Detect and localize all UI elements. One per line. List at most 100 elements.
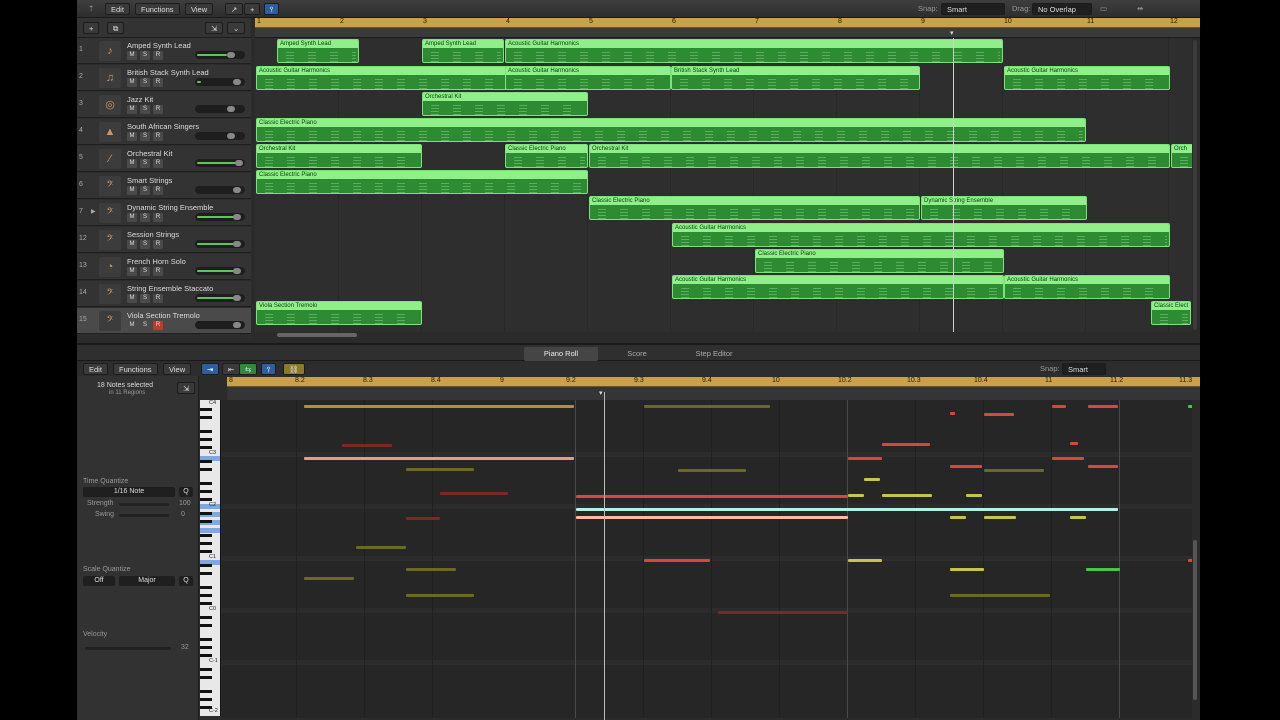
- midi-note[interactable]: [718, 611, 848, 614]
- midi-note[interactable]: [984, 516, 1016, 519]
- midi-note[interactable]: [848, 457, 882, 460]
- midi-note[interactable]: [950, 568, 984, 571]
- bar-ruler[interactable]: 1 2 3 4 5 6 7 8 9 10 11 12: [255, 18, 1200, 28]
- scale-mode-select[interactable]: Major: [119, 576, 175, 586]
- solo-button[interactable]: S: [140, 240, 150, 249]
- solo-button[interactable]: S: [140, 78, 150, 87]
- region[interactable]: Classic Electric Piano: [755, 249, 1004, 273]
- record-button[interactable]: R: [153, 132, 163, 141]
- functions-menu[interactable]: Functions: [113, 363, 158, 375]
- midi-note[interactable]: [1188, 405, 1192, 408]
- midi-note[interactable]: [984, 413, 1014, 416]
- solo-button[interactable]: S: [140, 105, 150, 114]
- mute-button[interactable]: M: [127, 321, 137, 330]
- swing-slider[interactable]: [119, 514, 169, 517]
- midi-note[interactable]: [1088, 405, 1118, 408]
- volume-fader[interactable]: [195, 267, 245, 275]
- region[interactable]: Amped Synth Lead: [277, 39, 359, 63]
- track-row[interactable]: 3 ◎ Jazz Kit M S R: [77, 92, 251, 118]
- midi-note[interactable]: [406, 517, 440, 520]
- midi-note[interactable]: [644, 559, 710, 562]
- snap-select[interactable]: Smart: [1062, 363, 1106, 375]
- catch-icon[interactable]: ⫯: [261, 363, 277, 375]
- duplicate-track-icon[interactable]: ⧉: [107, 22, 125, 34]
- track-name[interactable]: Amped Synth Lead: [127, 41, 191, 50]
- record-button[interactable]: R: [153, 159, 163, 168]
- region[interactable]: Orchestral Kit: [589, 144, 1170, 168]
- midi-note[interactable]: [950, 516, 966, 519]
- midi-note[interactable]: [882, 494, 932, 497]
- solo-button[interactable]: S: [140, 186, 150, 195]
- solo-button[interactable]: S: [140, 294, 150, 303]
- record-button[interactable]: R: [153, 105, 163, 114]
- snap-select[interactable]: Smart: [941, 3, 1005, 15]
- midi-note[interactable]: [966, 494, 982, 497]
- edit-menu[interactable]: Edit: [83, 363, 108, 375]
- volume-fader[interactable]: [195, 105, 245, 113]
- midi-note[interactable]: [950, 465, 982, 468]
- track-row[interactable]: 4 ▲ South African Singers M S R: [77, 119, 251, 145]
- volume-fader[interactable]: [195, 78, 245, 86]
- region[interactable]: Classic Electric Piano: [256, 170, 588, 194]
- track-name[interactable]: South African Singers: [127, 122, 199, 131]
- playhead-marker-icon[interactable]: ▾: [950, 29, 954, 37]
- playhead[interactable]: [604, 392, 605, 720]
- midi-note[interactable]: [356, 546, 406, 549]
- track-row-selected[interactable]: 15 𝄢 Viola Section Tremolo M S R: [77, 308, 251, 334]
- midi-note[interactable]: [984, 469, 1044, 472]
- scale-quantize-button[interactable]: Q: [179, 576, 193, 586]
- solo-button[interactable]: S: [140, 159, 150, 168]
- playhead-marker-icon[interactable]: ▾: [599, 389, 603, 397]
- back-arrow-icon[interactable]: ⇡: [83, 3, 99, 15]
- strength-slider[interactable]: [119, 503, 169, 506]
- quantize-select[interactable]: 1/16 Note: [83, 487, 175, 497]
- track-name[interactable]: Viola Section Tremolo: [127, 311, 200, 320]
- midi-note-selected[interactable]: [576, 516, 848, 519]
- midi-note[interactable]: [848, 559, 882, 562]
- track-name[interactable]: French Horn Solo: [127, 257, 186, 266]
- midi-note[interactable]: [1088, 465, 1118, 468]
- region[interactable]: Acoustic Guitar Harmonics: [672, 275, 1004, 299]
- chain-icon[interactable]: ⛓: [283, 363, 305, 375]
- region[interactable]: Orchestral Kit: [256, 144, 422, 168]
- volume-fader[interactable]: [195, 213, 245, 221]
- zoom-vertical-icon[interactable]: ▭: [1095, 3, 1112, 15]
- solo-button[interactable]: S: [140, 321, 150, 330]
- mute-button[interactable]: M: [127, 132, 137, 141]
- track-row[interactable]: 7 ▶ 𝄢 Dynamic String Ensemble M S R: [77, 200, 251, 226]
- quantize-button[interactable]: Q: [179, 487, 193, 497]
- catch-icon[interactable]: ⫯: [264, 3, 280, 15]
- region[interactable]: Acoustic Guitar Harmonics: [505, 39, 1003, 63]
- volume-fader[interactable]: [195, 186, 245, 194]
- record-button[interactable]: R: [153, 294, 163, 303]
- functions-menu[interactable]: Functions: [135, 3, 180, 15]
- region[interactable]: Dynamic String Ensemble: [921, 196, 1087, 220]
- midi-note[interactable]: [1188, 559, 1192, 562]
- region[interactable]: Amped Synth Lead: [422, 39, 504, 63]
- piano-keyboard[interactable]: C4 C3 C2 C1 C0 C-1 C-2: [200, 400, 221, 716]
- volume-fader[interactable]: [195, 159, 245, 167]
- global-tracks-icon[interactable]: ⇲: [205, 22, 224, 34]
- piano-roll-grid[interactable]: [222, 400, 1192, 718]
- velocity-slider[interactable]: [85, 647, 171, 650]
- midi-note[interactable]: [848, 494, 864, 497]
- mute-button[interactable]: M: [127, 105, 137, 114]
- record-button[interactable]: R: [153, 321, 163, 330]
- region[interactable]: Orchestral Kit: [422, 92, 588, 116]
- region[interactable]: Classic Elect: [1151, 301, 1191, 325]
- collapse-icon[interactable]: ⌄: [227, 22, 246, 34]
- track-name[interactable]: Smart Strings: [127, 176, 172, 185]
- piano-roll-ruler[interactable]: 8 8.2 8.3 8.4 9 9.2 9.3 9.4 10 10.2 10.3…: [227, 377, 1200, 387]
- waveform-zoom-icon[interactable]: ⇹: [1132, 3, 1148, 15]
- track-name[interactable]: Orchestral Kit: [127, 149, 172, 158]
- midi-out-icon[interactable]: ⇤: [222, 363, 241, 375]
- region[interactable]: Acoustic Guitar Harmonics: [1004, 275, 1170, 299]
- scale-off-select[interactable]: Off: [83, 576, 115, 586]
- region[interactable]: Classic Electric Piano: [256, 118, 1086, 142]
- vertical-scrollbar[interactable]: [1193, 40, 1197, 330]
- solo-button[interactable]: S: [140, 213, 150, 222]
- tab-score[interactable]: Score: [600, 347, 674, 361]
- midi-note-selected[interactable]: [576, 508, 1118, 511]
- record-button[interactable]: R: [153, 213, 163, 222]
- mute-button[interactable]: M: [127, 51, 137, 60]
